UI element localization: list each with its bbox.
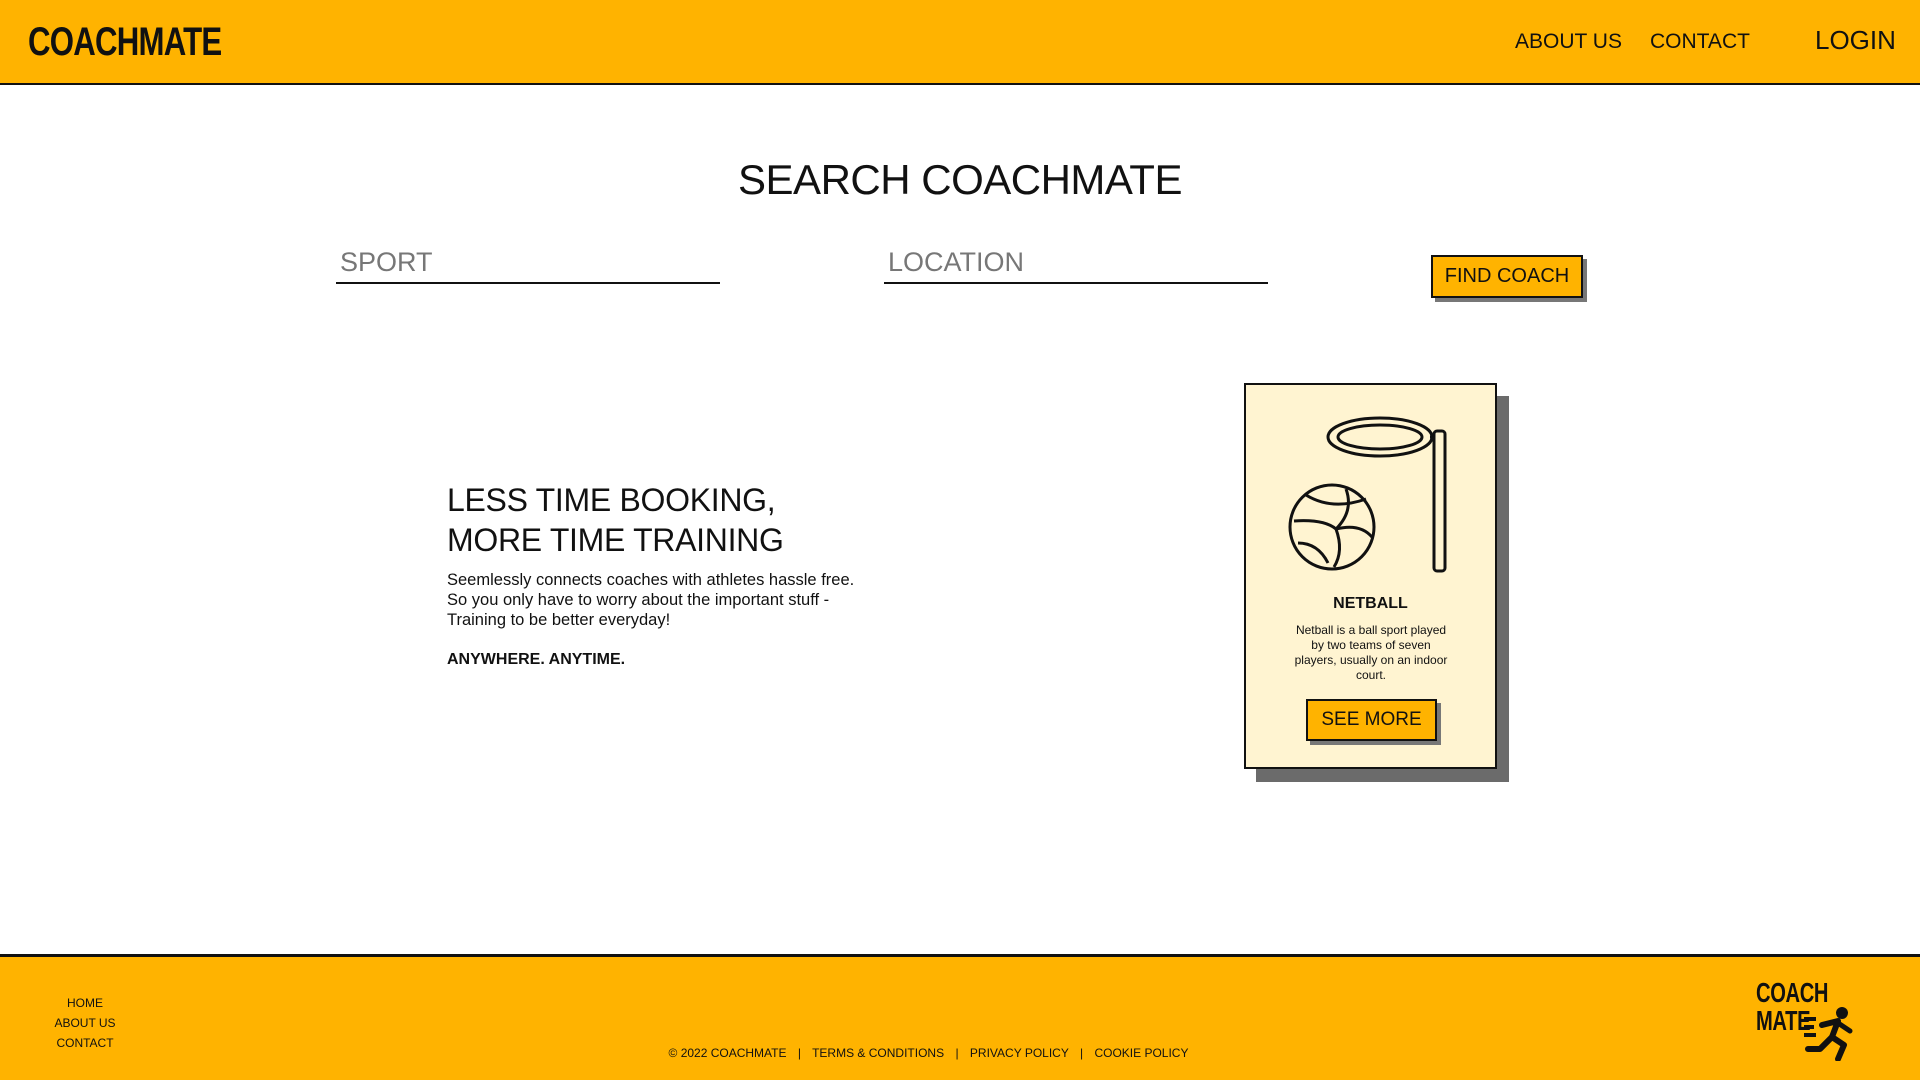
site-footer: HOME ABOUT US CONTACT © 2022 COACHMATE |… bbox=[0, 954, 1920, 1080]
running-person-icon bbox=[1804, 1007, 1853, 1061]
hero-heading: LESS TIME BOOKING, MORE TIME TRAINING bbox=[447, 480, 784, 560]
separator: | bbox=[955, 1046, 959, 1060]
footer-logo-line-2: MATE bbox=[1756, 1005, 1811, 1036]
copyright-text: © 2022 COACHMATE bbox=[668, 1046, 787, 1060]
footer-link-about-us[interactable]: ABOUT US bbox=[50, 1013, 120, 1033]
see-more-button[interactable]: SEE MORE bbox=[1306, 699, 1437, 741]
hero-heading-line-2: MORE TIME TRAINING bbox=[447, 522, 784, 558]
footer-nav: HOME ABOUT US CONTACT bbox=[50, 993, 120, 1053]
site-header: COACHMATE ABOUT US CONTACT LOGIN bbox=[0, 0, 1920, 85]
hero-description-line-1: Seemlessly connects coaches with athlete… bbox=[447, 571, 855, 589]
hero-description-line-2: So you only have to worry about the impo… bbox=[447, 591, 830, 609]
hero-description: Seemlessly connects coaches with athlete… bbox=[447, 570, 887, 630]
nav-contact[interactable]: CONTACT bbox=[1650, 30, 1750, 54]
hero-tagline: ANYWHERE. ANYTIME. bbox=[447, 651, 626, 668]
netball-hoop-icon bbox=[1288, 416, 1447, 573]
cookie-policy-link[interactable]: COOKIE POLICY bbox=[1094, 1046, 1188, 1060]
hero-heading-line-1: LESS TIME BOOKING, bbox=[447, 482, 776, 518]
separator: | bbox=[1079, 1046, 1084, 1060]
card-title: NETBALL bbox=[1333, 595, 1408, 612]
coachmate-logo[interactable]: COACHMATE bbox=[28, 18, 222, 66]
hero-description-line-3: Training to be better everyday! bbox=[447, 611, 671, 629]
sport-card-netball: NETBALL Netball is a ball sport played b… bbox=[1244, 383, 1497, 769]
separator: | bbox=[797, 1046, 801, 1060]
location-input[interactable] bbox=[884, 242, 1268, 284]
nav-login[interactable]: LOGIN bbox=[1815, 27, 1896, 53]
search-title: SEARCH COACHMATE bbox=[738, 156, 1182, 203]
privacy-policy-link[interactable]: PRIVACY POLICY bbox=[970, 1046, 1069, 1060]
sport-input[interactable] bbox=[336, 242, 720, 284]
nav-about-us[interactable]: ABOUT US bbox=[1515, 30, 1622, 54]
find-coach-button[interactable]: FIND COACH bbox=[1431, 255, 1583, 298]
footer-logo[interactable]: COACH MATE bbox=[1756, 979, 1866, 1065]
footer-legal: © 2022 COACHMATE | TERMS & CONDITIONS | … bbox=[0, 1046, 1857, 1060]
card-description: Netball is a ball sport played by two te… bbox=[1294, 623, 1448, 682]
terms-link[interactable]: TERMS & CONDITIONS bbox=[812, 1046, 944, 1060]
footer-link-home[interactable]: HOME bbox=[50, 993, 120, 1013]
footer-logo-line-1: COACH bbox=[1756, 977, 1829, 1008]
